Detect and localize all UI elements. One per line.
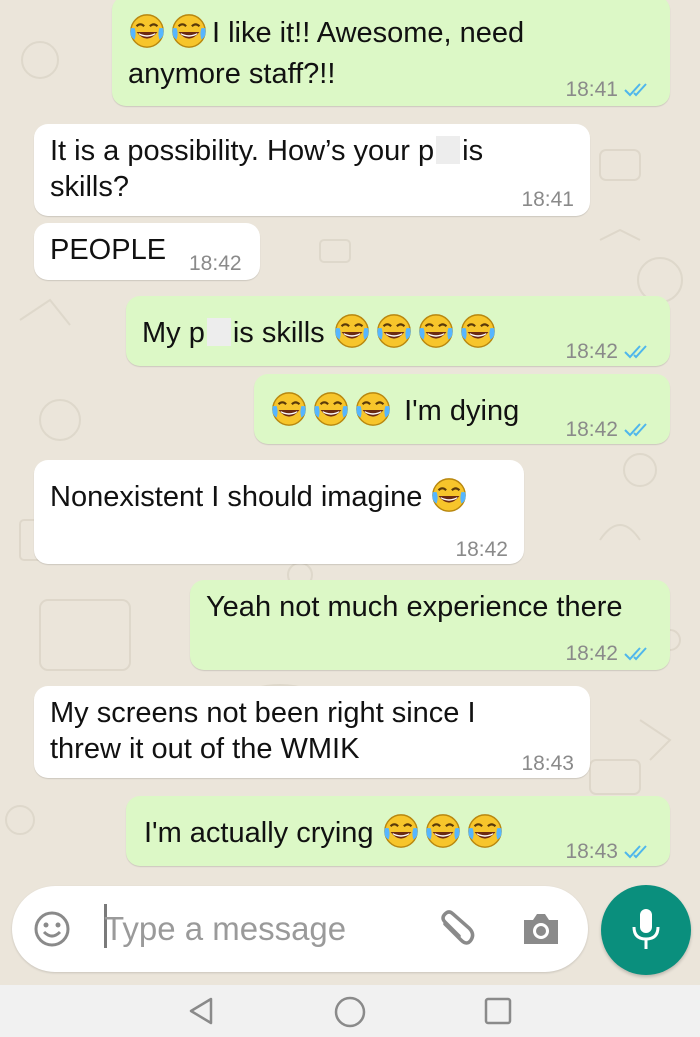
message-bubble-incoming[interactable]: It is a possibility. How’s your p is skil… (34, 124, 590, 216)
message-bubble-incoming[interactable]: Nonexistent I should imagine 18:42 (34, 460, 524, 564)
message-meta: 18:43 (565, 834, 654, 870)
face-with-tears-of-joy-emoji (375, 312, 413, 350)
censor-block (206, 318, 231, 346)
smiley-icon[interactable] (32, 909, 72, 949)
microphone-icon (632, 909, 660, 949)
message-input-bar: Type a message (12, 886, 588, 972)
message-input[interactable]: Type a message (104, 910, 346, 948)
double-check-icon (624, 646, 654, 662)
message-time: 18:42 (565, 340, 618, 363)
censor-block (436, 136, 461, 164)
message-time: 18:42 (189, 252, 242, 275)
face-with-tears-of-joy-emoji (382, 812, 420, 850)
face-with-tears-of-joy-emoji (128, 12, 166, 50)
double-check-icon (624, 344, 654, 360)
double-check-icon (624, 422, 654, 438)
face-with-tears-of-joy-emoji (354, 390, 392, 428)
paperclip-icon[interactable] (437, 910, 477, 950)
face-with-tears-of-joy-emoji (417, 312, 455, 350)
message-time: 18:41 (521, 188, 574, 211)
face-with-tears-of-joy-emoji (466, 812, 504, 850)
face-with-tears-of-joy-emoji (459, 312, 497, 350)
double-check-icon (624, 82, 654, 98)
message-text: My screens not been right since I (50, 697, 476, 729)
camera-icon[interactable] (520, 910, 562, 948)
message-bubble-outgoing[interactable]: My p is skills 18:42 (126, 296, 670, 366)
face-with-tears-of-joy-emoji (430, 476, 468, 514)
message-text: Nonexistent I should imagine (50, 476, 472, 515)
back-triangle-icon[interactable] (185, 995, 217, 1027)
mic-button[interactable] (601, 885, 691, 975)
message-time: 18:41 (565, 78, 618, 101)
message-bubble-incoming[interactable]: PEOPLE 18:42 (34, 223, 260, 280)
message-text: Yeah not much experience there (206, 591, 623, 623)
message-text: threw it out of the WMIK (50, 733, 360, 765)
message-text: I like it!! Awesome, need (128, 12, 524, 51)
message-text: skills? (50, 171, 129, 203)
recents-square-icon[interactable] (482, 995, 514, 1027)
face-with-tears-of-joy-emoji (170, 12, 208, 50)
double-check-icon (624, 844, 654, 860)
message-bubble-outgoing[interactable]: Yeah not much experience there 18:42 (190, 580, 670, 670)
message-meta: 18:42 (565, 334, 654, 370)
message-text: anymore staff?!! (128, 58, 336, 90)
message-bubble-outgoing[interactable]: I like it!! Awesome, need anymore staff?… (112, 0, 670, 106)
message-time: 18:42 (455, 538, 508, 561)
face-with-tears-of-joy-emoji (333, 312, 371, 350)
message-text: I'm dying (270, 390, 519, 429)
message-time: 18:43 (521, 752, 574, 775)
message-bubble-outgoing[interactable]: I'm dying 18:42 (254, 374, 670, 444)
face-with-tears-of-joy-emoji (312, 390, 350, 428)
face-with-tears-of-joy-emoji (424, 812, 462, 850)
message-meta: 18:42 (565, 636, 654, 672)
message-text: My p is skills (142, 312, 501, 351)
home-circle-icon[interactable] (333, 995, 367, 1029)
message-meta: 18:41 (565, 72, 654, 108)
message-time: 18:42 (565, 418, 618, 441)
system-navigation-bar (0, 985, 700, 1037)
message-text: I'm actually crying (144, 812, 508, 851)
message-time: 18:43 (565, 840, 618, 863)
message-meta: 18:42 (565, 412, 654, 448)
message-time: 18:42 (565, 642, 618, 665)
message-text: PEOPLE (50, 234, 167, 266)
message-bubble-outgoing[interactable]: I'm actually crying 18:43 (126, 796, 670, 866)
message-text: It is a possibility. How’s your p is (50, 135, 484, 167)
message-bubble-incoming[interactable]: My screens not been right since I threw … (34, 686, 590, 778)
face-with-tears-of-joy-emoji (270, 390, 308, 428)
